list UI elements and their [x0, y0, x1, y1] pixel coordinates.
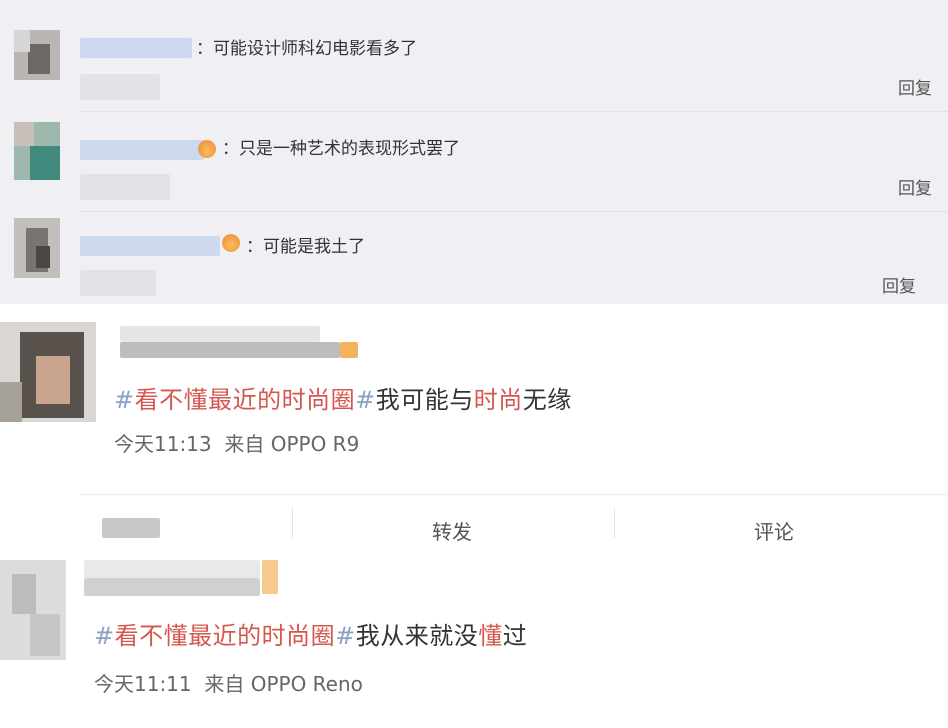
reply-item: ：只是一种艺术的表现形式罢了 回复 [0, 112, 948, 212]
avatar[interactable] [14, 122, 60, 180]
like-count-blurred[interactable] [102, 518, 160, 538]
avatar[interactable] [14, 30, 60, 80]
avatar[interactable] [0, 560, 66, 660]
post-meta: 今天11:13 来自 OPPO R9 [114, 428, 359, 457]
username-blurred[interactable] [80, 236, 220, 256]
post-card: #看不懂最近的时尚圈#我可能与时尚无缘 今天11:13 来自 OPPO R9 [0, 304, 948, 494]
reply-button[interactable]: 回复 [882, 272, 916, 297]
reply-item: ：可能是我土了 回复 [0, 212, 948, 304]
vip-badge-icon [340, 342, 358, 358]
username-blurred[interactable] [120, 326, 320, 342]
reply-time-blurred [80, 270, 156, 296]
repost-button[interactable]: 转发 [432, 516, 472, 545]
reply-text: ：可能是我土了 [246, 237, 365, 257]
crown-badge-icon [198, 140, 216, 158]
post-text: #看不懂最近的时尚圈#我从来就没懂过 [94, 622, 528, 650]
post-source: 来自 OPPO R9 [224, 432, 360, 456]
avatar[interactable] [0, 322, 96, 422]
post-time: 今天11:13 [114, 432, 212, 456]
post-meta: 今天11:11 来自 OPPO Reno [94, 668, 363, 697]
vip-badge-icon [262, 560, 278, 594]
post-source: 来自 OPPO Reno [204, 672, 363, 696]
crown-badge-icon [222, 234, 240, 252]
topic-link[interactable]: #看不懂最近的时尚圈# [114, 386, 376, 414]
reply-text: ：可能设计师科幻电影看多了 [196, 39, 417, 59]
username-blurred[interactable] [120, 342, 340, 358]
username-blurred[interactable] [80, 38, 192, 58]
topic-link[interactable]: #看不懂最近的时尚圈# [94, 622, 356, 650]
avatar[interactable] [14, 218, 60, 278]
divider [80, 494, 948, 495]
post-text: #看不懂最近的时尚圈#我可能与时尚无缘 [114, 386, 572, 414]
post-card: #看不懂最近的时尚圈#我从来就没懂过 今天11:11 来自 OPPO Reno [0, 552, 948, 728]
reply-text: ：只是一种艺术的表现形式罢了 [222, 139, 460, 159]
username-blurred[interactable] [84, 578, 260, 596]
reply-button[interactable]: 回复 [898, 174, 932, 199]
reply-list: ：可能设计师科幻电影看多了 回复 ：只是一种艺术的表现形式罢了 回复 ：可能是我… [0, 0, 948, 304]
divider [614, 508, 615, 538]
username-blurred[interactable] [80, 140, 204, 160]
reply-time-blurred [80, 74, 160, 100]
reply-button[interactable]: 回复 [898, 74, 932, 99]
reply-item: ：可能设计师科幻电影看多了 回复 [0, 0, 948, 112]
username-blurred[interactable] [84, 560, 260, 578]
reply-time-blurred [80, 174, 170, 200]
comment-button[interactable]: 评论 [754, 516, 794, 545]
divider [292, 508, 293, 538]
post-time: 今天11:11 [94, 672, 192, 696]
